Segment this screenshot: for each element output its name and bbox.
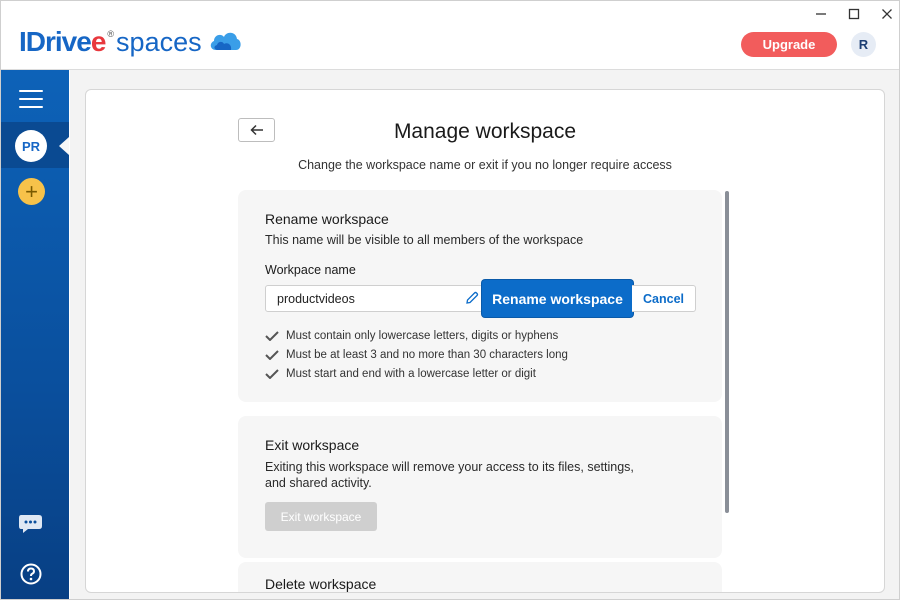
sidebar: PR +: [1, 70, 69, 599]
rule-item: Must be at least 3 and no more than 30 c…: [265, 345, 568, 364]
maximize-button[interactable]: [844, 5, 864, 23]
cancel-button[interactable]: Cancel: [632, 285, 696, 312]
exit-title: Exit workspace: [265, 437, 360, 453]
maximize-icon: [848, 8, 860, 20]
cloud-icon: [210, 32, 241, 50]
name-rules-list: Must contain only lowercase letters, dig…: [265, 326, 568, 383]
minimize-icon: [816, 13, 826, 15]
page-subtitle: Change the workspace name or exit if you…: [298, 158, 672, 172]
check-icon: [265, 330, 279, 341]
add-workspace-button[interactable]: +: [18, 178, 45, 205]
workspace-name-label: Workpace name: [265, 263, 356, 277]
check-icon: [265, 349, 279, 360]
rename-title: Rename workspace: [265, 211, 389, 227]
user-avatar[interactable]: R: [851, 32, 876, 57]
idrive-spaces-logo: IDrive e ® spaces: [19, 27, 242, 61]
rule-text: Must contain only lowercase letters, dig…: [286, 329, 559, 342]
pencil-icon[interactable]: [465, 291, 479, 305]
exit-workspace-button[interactable]: Exit workspace: [265, 502, 377, 531]
title-bar: IDrive e ® spaces Upgrade R: [1, 1, 899, 70]
manage-workspace-panel: Manage workspace Change the workspace na…: [85, 89, 885, 593]
scrollbar-thumb[interactable]: [725, 191, 729, 513]
rule-item: Must contain only lowercase letters, dig…: [265, 326, 568, 345]
rename-workspace-button[interactable]: Rename workspace: [482, 280, 633, 317]
close-icon: [882, 9, 892, 19]
active-pointer: [59, 137, 69, 155]
minimize-button[interactable]: [811, 5, 831, 23]
page-title: Manage workspace: [393, 120, 577, 143]
exit-description-line2: and shared activity.: [265, 476, 372, 490]
rename-workspace-card: Rename workspace This name will be visib…: [238, 190, 722, 402]
rule-item: Must start and end with a lowercase lett…: [265, 364, 568, 383]
menu-icon[interactable]: [19, 90, 43, 110]
logo-product: spaces: [116, 27, 202, 57]
rule-text: Must start and end with a lowercase lett…: [286, 367, 536, 380]
chat-icon[interactable]: [18, 513, 44, 535]
help-icon[interactable]: [20, 563, 42, 585]
exit-workspace-card: Exit workspace Exiting this workspace wi…: [238, 416, 722, 558]
exit-description-line1: Exiting this workspace will remove your …: [265, 460, 634, 474]
rule-text: Must be at least 3 and no more than 30 c…: [286, 348, 568, 361]
workspace-name-input[interactable]: [265, 285, 483, 312]
logo-brand: IDrive: [19, 26, 92, 57]
delete-workspace-card: Delete workspace: [238, 562, 722, 592]
upgrade-button[interactable]: Upgrade: [741, 32, 837, 57]
logo-registered: ®: [107, 29, 115, 39]
delete-title: Delete workspace: [265, 576, 377, 592]
workspace-avatar-pr[interactable]: PR: [15, 130, 47, 162]
app-window: IDrive e ® spaces Upgrade R PR + Manage …: [0, 0, 900, 600]
check-icon: [265, 368, 279, 379]
logo-e: e: [90, 26, 107, 57]
close-button[interactable]: [877, 5, 897, 23]
rename-description: This name will be visible to all members…: [265, 233, 584, 247]
